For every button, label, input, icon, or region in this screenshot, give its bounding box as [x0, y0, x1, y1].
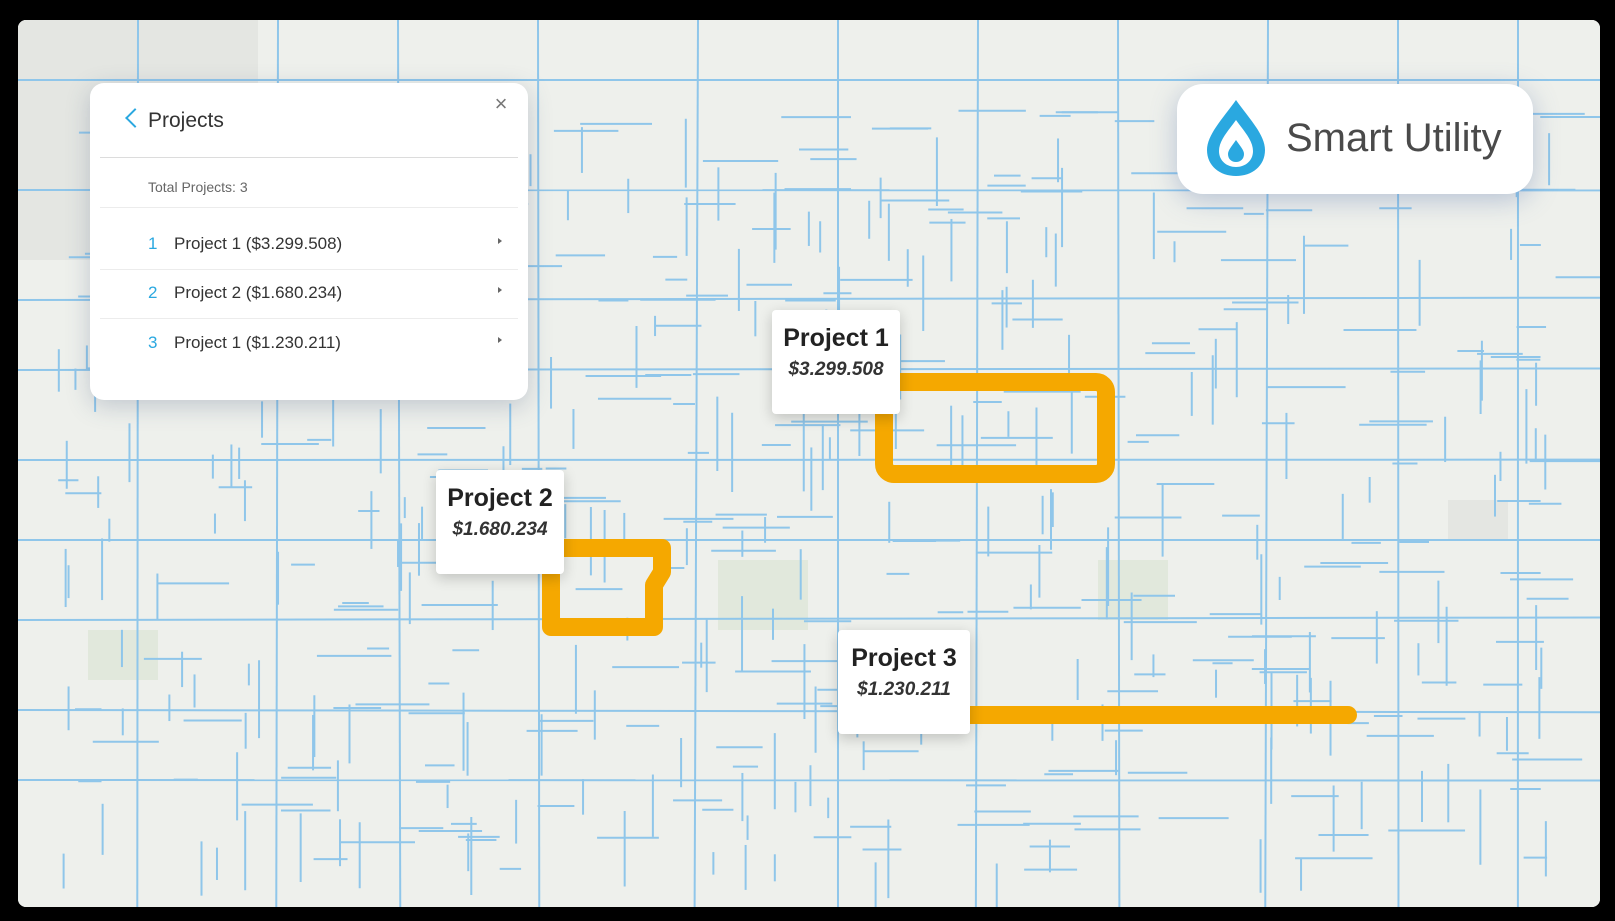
project-label: Project 2 ($1.680.234): [174, 283, 343, 302]
total-projects-label: Total Projects: 3: [148, 179, 248, 195]
water-drop-logo-icon: [1207, 100, 1265, 176]
project-list-item-3[interactable]: 3 Project 1 ($1.230.211): [100, 319, 518, 367]
caret-right-icon: [498, 238, 502, 244]
projects-panel: Projects × Total Projects: 3 1 Project 1…: [90, 83, 528, 400]
callout-project-cost: $1.680.234: [452, 519, 548, 540]
project-number: 1: [148, 234, 158, 253]
panel-title: Projects: [148, 109, 224, 132]
close-icon[interactable]: ×: [490, 93, 512, 115]
project-list-item-1[interactable]: 1 Project 1 ($3.299.508): [100, 220, 518, 268]
callout-project-cost: $3.299.508: [788, 359, 884, 380]
brand-badge: Smart Utility: [1177, 84, 1533, 194]
callout-project-name: Project 1: [783, 324, 889, 352]
project-label: Project 1 ($3.299.508): [174, 234, 343, 253]
project-number: 2: [148, 283, 158, 302]
caret-right-icon: [498, 337, 502, 343]
project-list-item-2[interactable]: 2 Project 2 ($1.680.234): [100, 269, 518, 317]
divider: [100, 207, 518, 208]
callout-project-name: Project 3: [851, 644, 957, 672]
callout-project-name: Project 2: [447, 484, 553, 512]
project-1-callout[interactable]: Project 1 $3.299.508: [772, 310, 900, 414]
brand-name: Smart Utility: [1286, 116, 1502, 160]
chevron-left-icon[interactable]: [125, 108, 145, 128]
app-frame: Project 1 $3.299.508 Project 2 $1.680.23…: [0, 0, 1615, 921]
project-number: 3: [148, 333, 158, 352]
project-2-callout[interactable]: Project 2 $1.680.234: [436, 470, 564, 574]
caret-right-icon: [498, 287, 502, 293]
callout-project-cost: $1.230.211: [857, 679, 951, 700]
panel-header: Projects ×: [100, 83, 518, 158]
project-3-callout[interactable]: Project 3 $1.230.211: [838, 630, 970, 734]
project-label: Project 1 ($1.230.211): [174, 333, 341, 352]
